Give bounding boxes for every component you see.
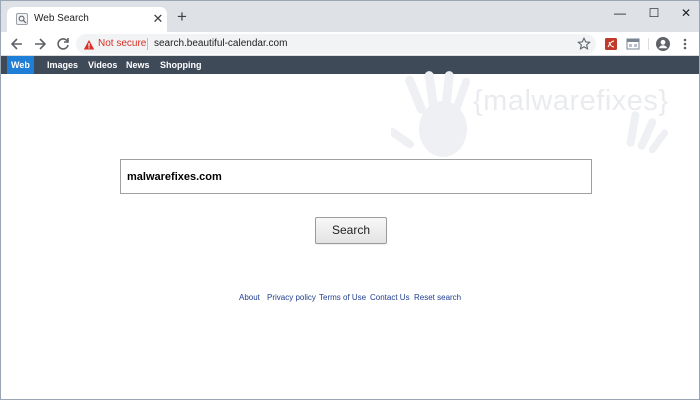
nav-item-images[interactable]: Images (43, 56, 82, 74)
footer-link-terms-of-use[interactable]: Terms of Use (319, 293, 366, 302)
warning-icon[interactable] (83, 38, 95, 50)
footer-links: About Privacy policy Terms of Use Contac… (1, 293, 699, 305)
search-field-container (120, 159, 592, 194)
extension-window-icon[interactable] (625, 36, 641, 52)
address-bar[interactable]: Not secure search.beautiful-calendar.com (76, 34, 596, 54)
search-input[interactable] (121, 160, 591, 193)
nav-item-news[interactable]: News (122, 56, 154, 74)
toolbar-divider (648, 38, 649, 50)
not-secure-label[interactable]: Not secure (98, 38, 146, 49)
nav-item-shopping[interactable]: Shopping (156, 56, 206, 74)
maximize-button[interactable]: ☐ (639, 3, 669, 23)
footer-link-contact-us[interactable]: Contact Us (370, 293, 410, 302)
tab-web-search[interactable]: Web Search ✕ (7, 7, 167, 32)
bookmark-star-icon[interactable] (577, 37, 591, 51)
browser-toolbar: Not secure search.beautiful-calendar.com (1, 32, 699, 56)
new-tab-button[interactable]: + (173, 8, 191, 26)
close-window-button[interactable]: ✕ (671, 3, 699, 23)
back-arrow-icon[interactable] (7, 34, 27, 54)
browser-window: Web Search ✕ + — ☐ ✕ Not secure search.b… (0, 0, 700, 400)
footer-link-about[interactable]: About (239, 293, 260, 302)
pdf-extension-icon[interactable] (603, 36, 619, 52)
kebab-menu-icon[interactable] (679, 36, 691, 52)
url-text[interactable]: search.beautiful-calendar.com (154, 38, 287, 49)
omnibox-divider (147, 38, 148, 50)
minimize-button[interactable]: — (605, 3, 635, 23)
tab-title: Web Search (34, 13, 89, 24)
forward-arrow-icon[interactable] (30, 34, 50, 54)
footer-link-privacy-policy[interactable]: Privacy policy (267, 293, 316, 302)
nav-item-videos[interactable]: Videos (84, 56, 121, 74)
search-button[interactable]: Search (315, 217, 387, 244)
watermark-text: {malwarefixes} (473, 85, 669, 117)
reload-icon[interactable] (53, 34, 73, 54)
footer-link-reset-search[interactable]: Reset search (414, 293, 461, 302)
nav-item-web[interactable]: Web (7, 56, 34, 74)
tab-strip: Web Search ✕ + — ☐ ✕ (1, 1, 699, 32)
profile-avatar-icon[interactable] (655, 36, 671, 52)
search-icon (16, 13, 28, 25)
tab-close-icon[interactable]: ✕ (151, 12, 165, 26)
